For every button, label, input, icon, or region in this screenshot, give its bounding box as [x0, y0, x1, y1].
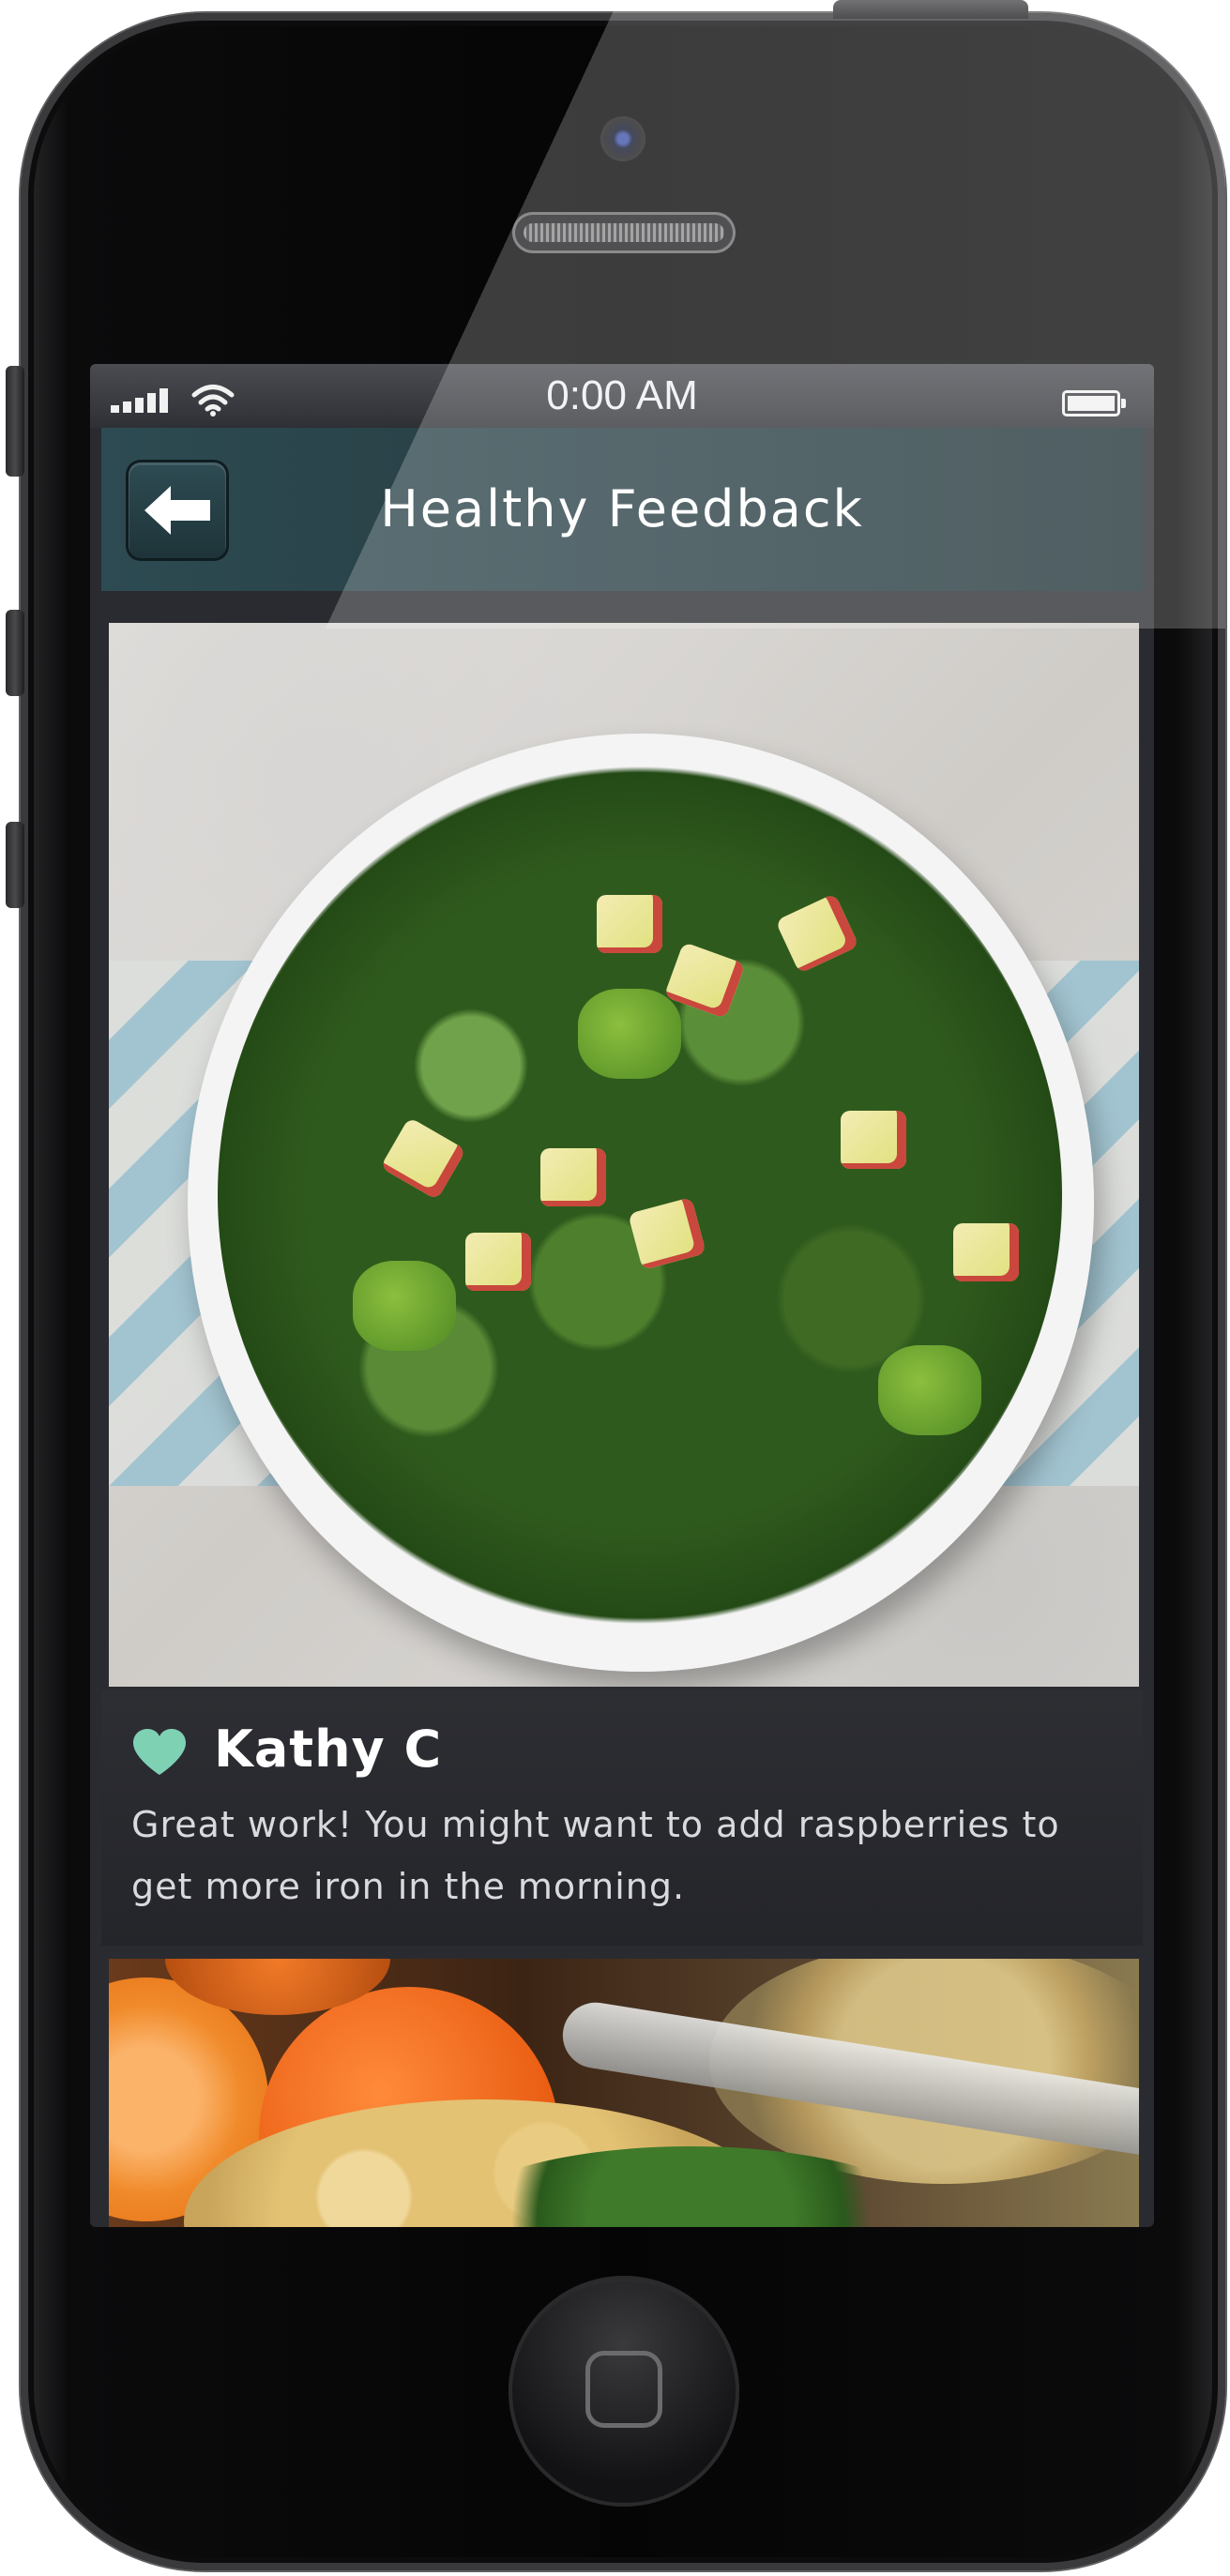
front-camera: [600, 116, 645, 161]
battery-icon: [1062, 390, 1126, 417]
apple-chunk: [841, 1111, 906, 1169]
avocado-chunk: [578, 989, 681, 1079]
feedback-comment: Great work! You might want to add raspbe…: [131, 1804, 1060, 1907]
sleep-button: [833, 0, 1028, 19]
page-title: Healthy Feedback: [380, 479, 864, 538]
avocado-chunk: [353, 1261, 456, 1351]
reviewer-name: Kathy C: [214, 1720, 443, 1779]
apple-chunk: [597, 895, 662, 953]
status-bar: 0:00 AM: [90, 364, 1154, 428]
navigation-bar: Healthy Feedback: [101, 428, 1143, 591]
mute-switch: [6, 366, 24, 477]
avocado-chunk: [878, 1345, 981, 1435]
home-button[interactable]: [509, 2276, 739, 2507]
apple-chunk: [953, 1223, 1019, 1281]
apple-chunk: [465, 1233, 531, 1291]
salad-bowl-photo[interactable]: [109, 623, 1139, 1687]
status-time: 0:00 AM: [546, 372, 698, 418]
earpiece-speaker: [512, 212, 736, 253]
apple-chunk: [540, 1148, 606, 1206]
feedback-card: Kathy C Great work! You might want to ad…: [101, 1690, 1143, 1946]
arugula-salad: [218, 764, 1062, 1627]
quinoa-orange-photo[interactable]: [109, 1959, 1139, 2227]
home-square-icon: [585, 2351, 662, 2428]
volume-down-button: [6, 822, 24, 908]
volume-up-button: [6, 610, 24, 696]
app-screen: 0:00 AM Healthy Feedback Kathy C Great w…: [90, 364, 1154, 2227]
heart-icon[interactable]: [131, 1728, 188, 1777]
